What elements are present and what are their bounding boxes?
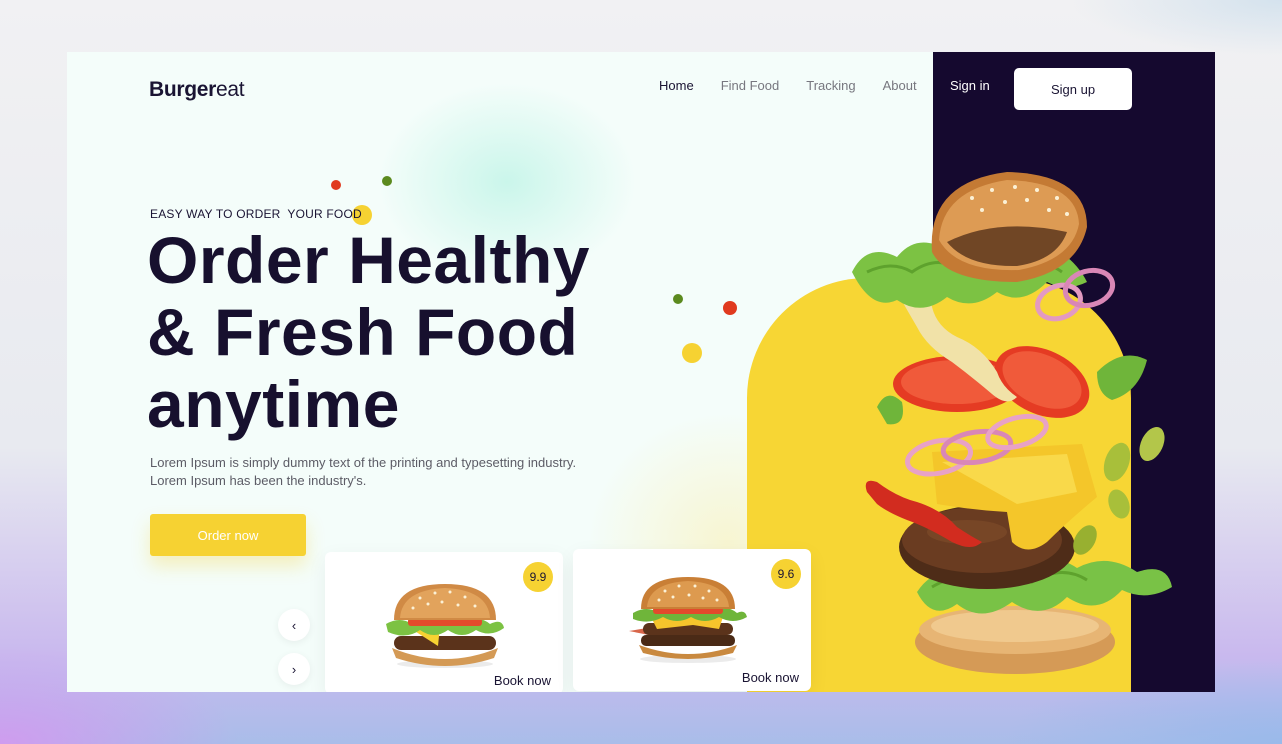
hero-headline: Order Healthy & Fresh Food anytime [147,224,667,440]
burger-image [386,584,504,668]
order-now-button[interactable]: Order now [150,514,306,556]
main-nav: Home Find Food Tracking About [659,78,944,93]
decor-dot-red [723,301,737,315]
chevron-right-icon: › [291,661,297,677]
brand-logo[interactable]: Burgereat [149,78,245,102]
nav-item-about[interactable]: About [883,78,917,93]
nav-item-tracking[interactable]: Tracking [806,78,855,93]
headline-line-1: Order Healthy [147,223,590,297]
landing-page: Burgereat Home Find Food Tracking About … [67,52,1215,692]
food-card[interactable]: 9.9 Book now [325,552,563,692]
decor-dot-red [331,180,341,190]
food-card[interactable]: 9.6 Book now [573,549,811,691]
hero-description: Lorem Ipsum is simply dummy text of the … [150,454,620,490]
nav-item-find-food[interactable]: Find Food [721,78,780,93]
description-line-1: Lorem Ipsum is simply dummy text of the … [150,455,577,470]
chevron-left-icon: ‹ [291,617,297,633]
brand-name-bold: Burger [149,78,217,101]
decor-dot-green [673,294,683,304]
carousel-prev-button[interactable]: ‹ [278,609,310,641]
burger-image [629,577,747,663]
nav-item-home[interactable]: Home [659,78,694,93]
rating-badge: 9.9 [523,562,553,592]
book-now-link[interactable]: Book now [742,670,799,685]
decor-dot-green [382,176,392,186]
rating-badge: 9.6 [771,559,801,589]
book-now-link[interactable]: Book now [494,673,551,688]
brand-name-light: eat [216,78,245,101]
decor-dot-yellow [682,343,702,363]
headline-line-2: & Fresh Food [147,295,579,369]
hero-tagline: EASY WAY TO ORDER YOUR FOOD [150,207,362,221]
sign-in-link[interactable]: Sign in [950,78,990,93]
carousel-next-button[interactable]: › [278,653,310,685]
exploded-burger-image [852,172,1172,674]
description-line-2: Lorem Ipsum has been the industry's. [150,473,367,488]
sign-up-button[interactable]: Sign up [1014,68,1132,110]
headline-line-3: anytime [147,367,400,441]
